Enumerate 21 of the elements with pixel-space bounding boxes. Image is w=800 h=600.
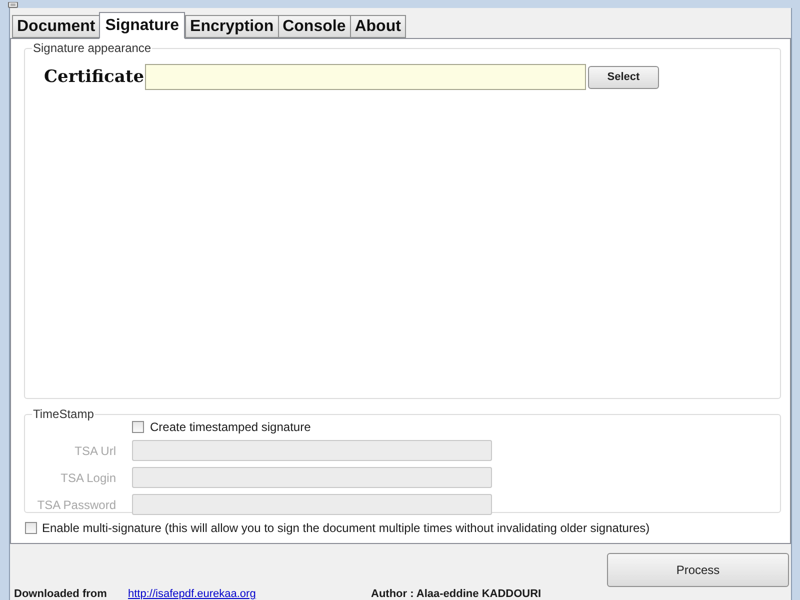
field-label: TSA Url xyxy=(74,444,116,458)
certificate-field[interactable] xyxy=(145,64,586,90)
group-title: TimeStamp xyxy=(32,407,95,421)
group-title: Signature appearance xyxy=(32,41,152,55)
select-button[interactable]: Select xyxy=(588,66,659,88)
checkbox-label: Enable multi-signature (this will allow you to sign the document multiple times without invalidating older signatures) xyxy=(42,521,650,535)
tab[interactable]: Signature xyxy=(99,12,186,39)
process-button[interactable]: Process xyxy=(607,553,789,587)
field-label: TSA Login xyxy=(60,470,116,484)
tab[interactable]: Encryption xyxy=(185,15,278,38)
checkbox[interactable] xyxy=(132,421,144,433)
tab[interactable]: About xyxy=(350,15,406,38)
tab[interactable]: Document xyxy=(12,15,100,38)
field-label: TSA Password xyxy=(36,498,116,512)
checkbox[interactable] xyxy=(25,522,37,534)
certificate-label: Certificate xyxy=(44,67,145,87)
website-link[interactable]: http://isafepdf.eurekaa.org xyxy=(128,588,371,600)
footer-label: Downloaded from xyxy=(14,588,108,600)
checkbox-label: Create timestamped signature xyxy=(150,420,311,434)
tab[interactable]: Console xyxy=(278,15,350,38)
author-text: Author : Alaa-eddine KADDOURI xyxy=(371,588,542,600)
